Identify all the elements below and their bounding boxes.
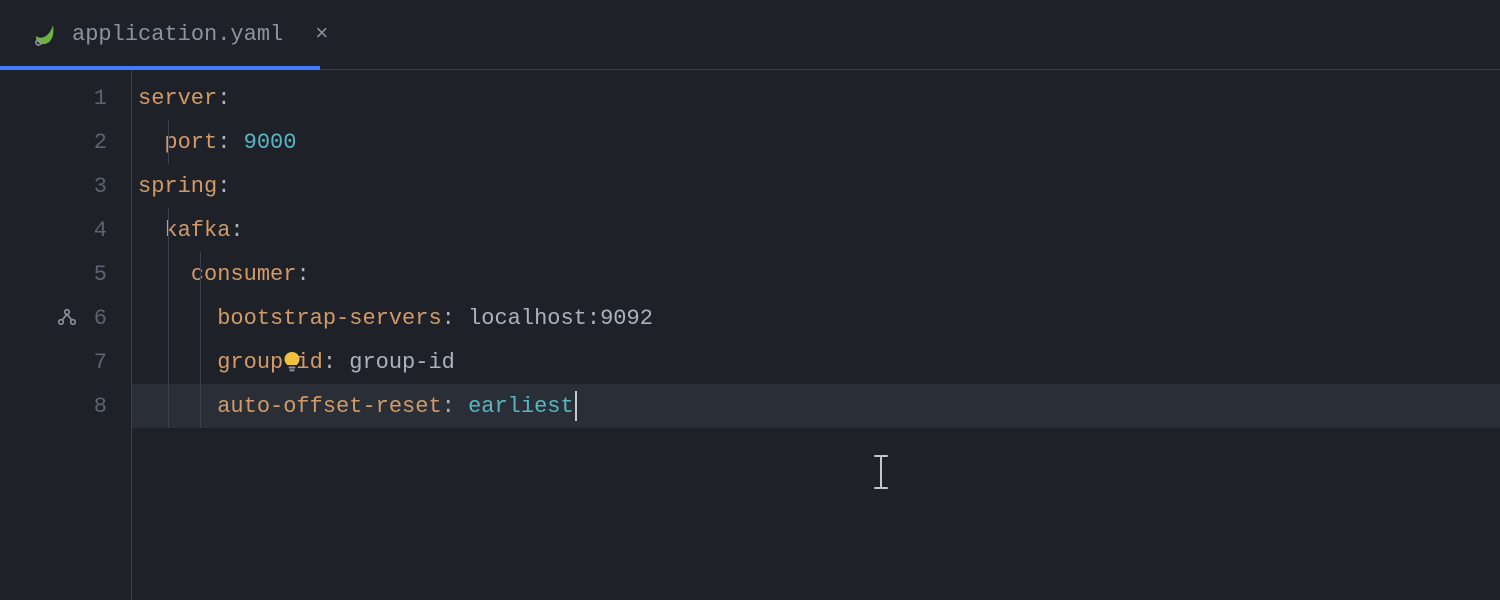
- code-line[interactable]: bootstrap-servers: localhost:9092: [132, 296, 1500, 340]
- yaml-colon: :: [442, 306, 455, 331]
- line-number: 3: [94, 174, 107, 199]
- code-line[interactable]: kafka:: [132, 208, 1500, 252]
- indent-guide: [168, 340, 169, 384]
- indent-guide: [200, 340, 201, 384]
- indent: [138, 218, 164, 243]
- gutter-row: 2: [0, 120, 131, 164]
- line-number: 7: [94, 350, 107, 375]
- yaml-key: consumer: [191, 262, 297, 287]
- gutter-row: 7: [0, 340, 131, 384]
- caret: [575, 391, 577, 421]
- indent: [138, 306, 217, 331]
- yaml-value: group-id: [349, 350, 455, 375]
- gutter-row: 1: [0, 76, 131, 120]
- yaml-colon: :: [296, 262, 309, 287]
- line-number: 2: [94, 130, 107, 155]
- indent-guide: [168, 252, 169, 296]
- yaml-value: localhost:9092: [468, 306, 653, 331]
- indent-guide: [200, 384, 201, 428]
- yaml-colon: :: [217, 174, 230, 199]
- indent-guide: [200, 252, 201, 296]
- code-line[interactable]: server:: [132, 76, 1500, 120]
- yaml-key: server: [138, 86, 217, 111]
- bulb-icon[interactable]: [282, 350, 302, 374]
- code-line[interactable]: group-id: group-id: [132, 340, 1500, 384]
- yaml-value: earliest: [468, 394, 574, 419]
- indent-guide: [168, 120, 169, 164]
- close-icon[interactable]: ×: [315, 24, 328, 46]
- indent-guide: [168, 208, 169, 252]
- code-line[interactable]: consumer:: [132, 252, 1500, 296]
- code-line[interactable]: port: 9000: [132, 120, 1500, 164]
- line-number: 1: [94, 86, 107, 111]
- line-number: 6: [94, 306, 107, 331]
- indent-guide: [168, 296, 169, 340]
- indent: [138, 394, 217, 419]
- cluster-icon[interactable]: [57, 308, 77, 328]
- tab-bar: application.yaml ×: [0, 0, 1500, 70]
- code-line[interactable]: spring:: [132, 164, 1500, 208]
- indent: [138, 130, 164, 155]
- line-number: 8: [94, 394, 107, 419]
- indent: [138, 262, 191, 287]
- file-tab[interactable]: application.yaml ×: [0, 0, 352, 69]
- text-cursor-icon: [872, 454, 890, 495]
- yaml-key: auto-offset-reset: [217, 394, 441, 419]
- yaml-colon: :: [217, 86, 230, 111]
- file-tab-name: application.yaml: [72, 22, 283, 47]
- line-number: 4: [94, 218, 107, 243]
- gutter-row: 6: [0, 296, 131, 340]
- yaml-key: group-id: [217, 350, 323, 375]
- gutter-row: 5: [0, 252, 131, 296]
- yaml-colon: :: [323, 350, 336, 375]
- indent-guide: [168, 384, 169, 428]
- yaml-colon: :: [230, 218, 243, 243]
- gutter-row: 3: [0, 164, 131, 208]
- gutter-row: 8: [0, 384, 131, 428]
- gutter: 1 2 3 4 5 6 7 8: [0, 70, 132, 600]
- code-line[interactable]: auto-offset-reset: earliest: [132, 384, 1500, 428]
- yaml-value: 9000: [244, 130, 297, 155]
- yaml-key: port: [164, 130, 217, 155]
- yaml-key: bootstrap-servers: [217, 306, 441, 331]
- code-editor[interactable]: 12345678 server: port: 9000spring: kafka…: [0, 70, 1500, 600]
- spring-icon: [30, 21, 58, 49]
- line-number: 5: [94, 262, 107, 287]
- indent-guide: [200, 296, 201, 340]
- gutter-row: 4: [0, 208, 131, 252]
- yaml-key: kafka: [164, 218, 230, 243]
- indent: [138, 350, 217, 375]
- yaml-colon: :: [217, 130, 230, 155]
- yaml-colon: :: [442, 394, 455, 419]
- code-area[interactable]: server: port: 9000spring: kafka: consume…: [132, 70, 1500, 600]
- yaml-key: spring: [138, 174, 217, 199]
